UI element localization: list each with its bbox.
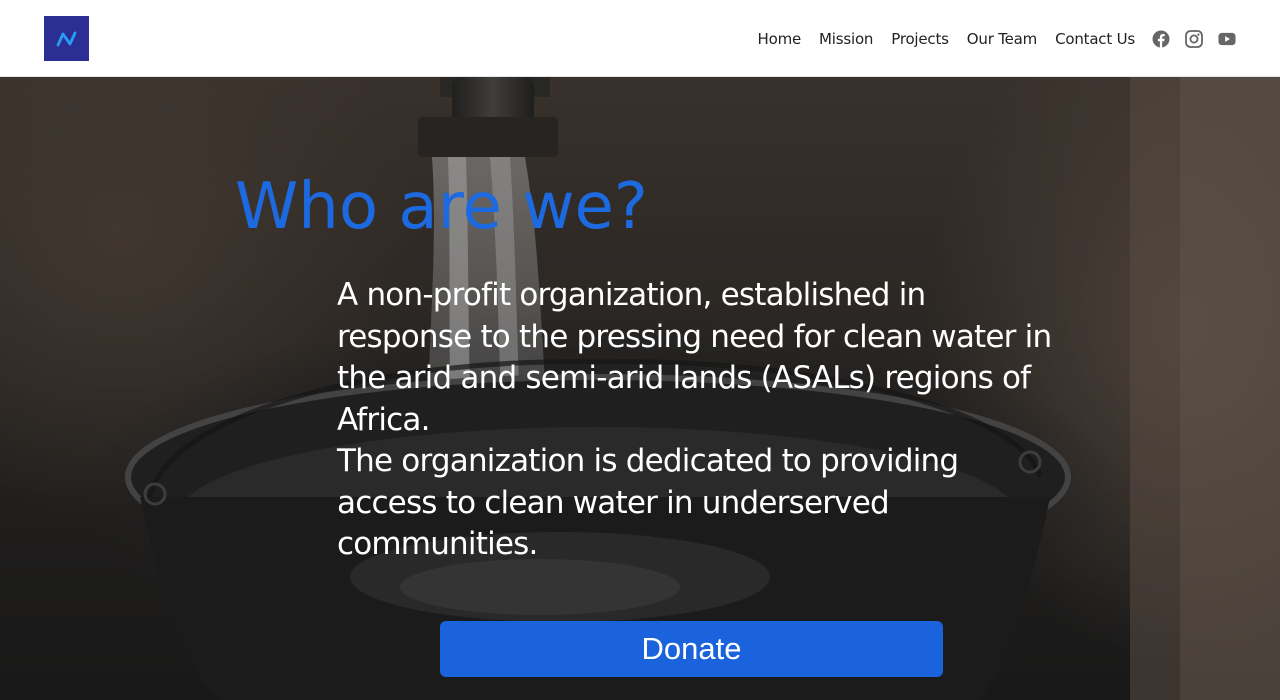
- nav-link-projects[interactable]: Projects: [891, 30, 949, 48]
- hero-description: A non-profit organization, established i…: [337, 275, 1057, 566]
- site-header: Home Mission Projects Our Team Contact U…: [0, 0, 1280, 77]
- facebook-icon[interactable]: [1152, 30, 1170, 48]
- hero-title: Who are we?: [235, 170, 648, 244]
- nav-link-contact-us[interactable]: Contact Us: [1055, 30, 1135, 48]
- youtube-icon[interactable]: [1218, 30, 1236, 48]
- social-links: [1152, 0, 1236, 77]
- nav-link-mission[interactable]: Mission: [819, 30, 873, 48]
- nav-link-our-team[interactable]: Our Team: [967, 30, 1037, 48]
- organization-logo-icon: [56, 31, 76, 46]
- donate-button[interactable]: Donate: [440, 621, 943, 677]
- instagram-icon[interactable]: [1185, 29, 1203, 48]
- main-navigation: Home Mission Projects Our Team Contact U…: [758, 0, 1136, 77]
- nav-link-home[interactable]: Home: [758, 30, 802, 48]
- hero-section: Who are we? A non-profit organization, e…: [0, 77, 1280, 700]
- hero-paragraph-2: The organization is dedicated to providi…: [337, 443, 959, 562]
- hero-paragraph-1: A non-profit organization, established i…: [337, 277, 1052, 438]
- site-logo[interactable]: [44, 16, 89, 61]
